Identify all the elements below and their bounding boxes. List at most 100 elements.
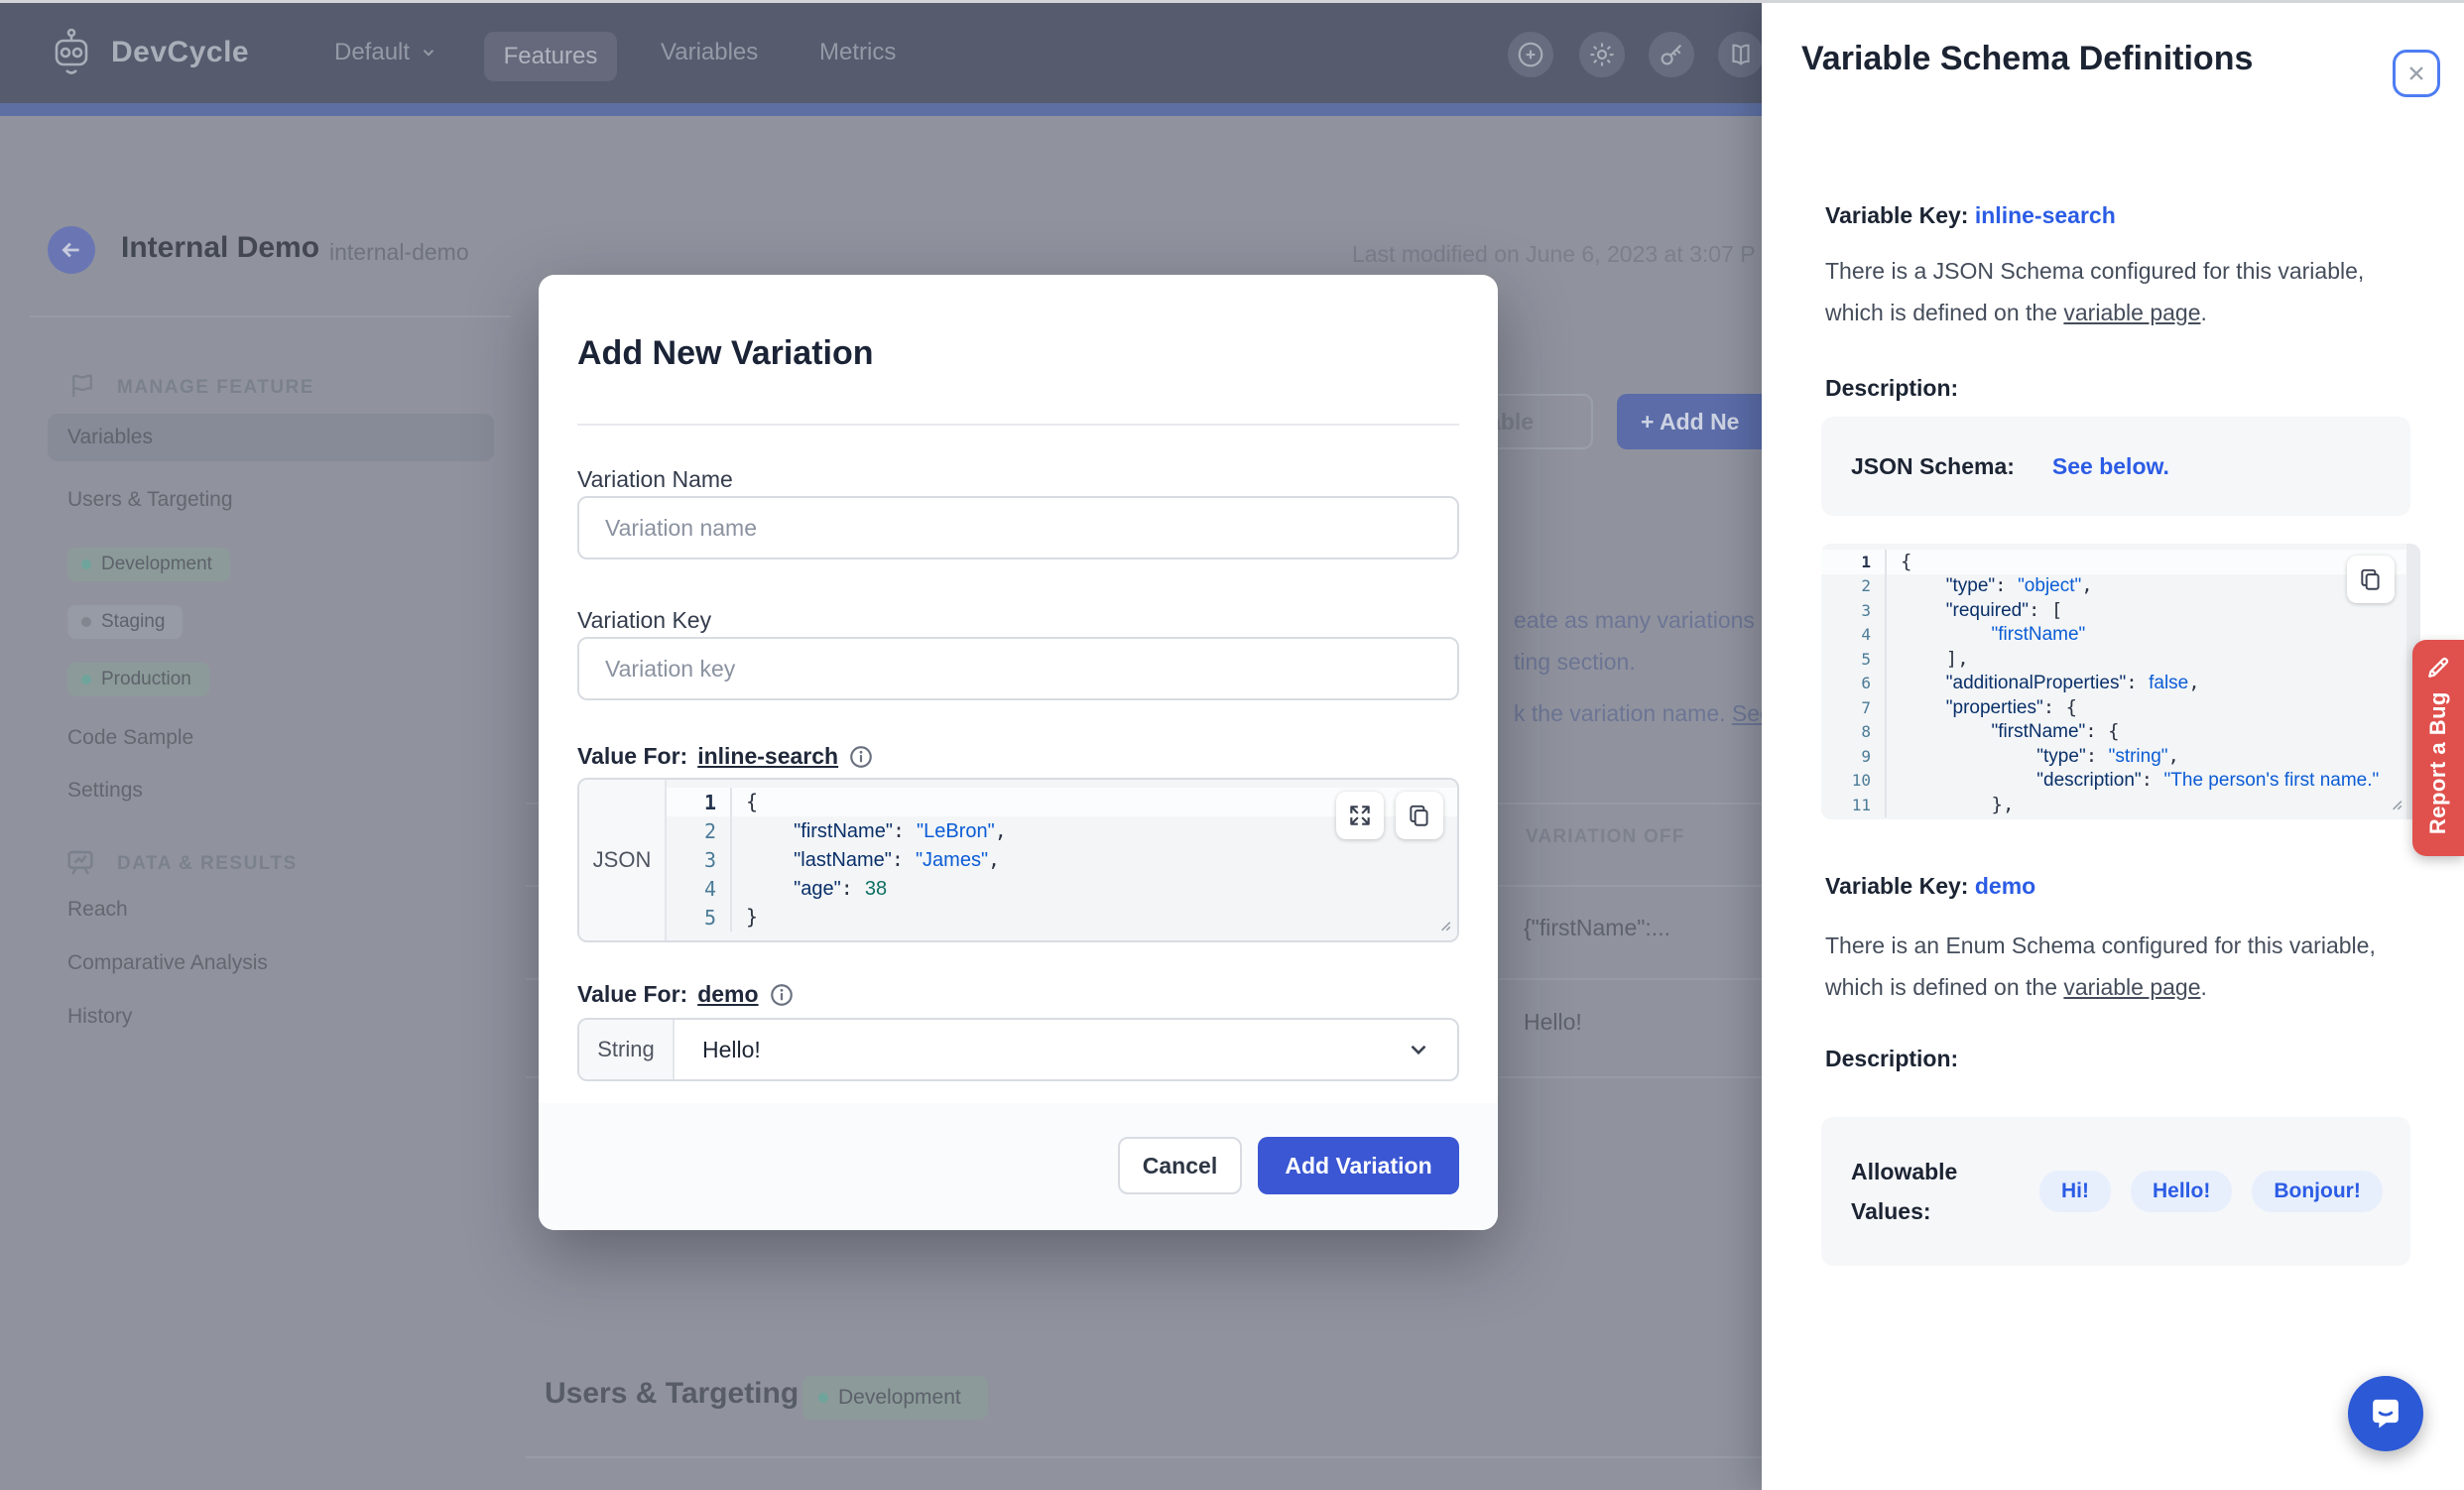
allowable-values-box: Allowable Values: Hi! Hello! Bonjour! — [1821, 1117, 2410, 1266]
sidebar-env-production[interactable]: Production — [67, 663, 209, 696]
code-line: 5} — [667, 903, 1457, 931]
code-line: 4 "firstName" — [1821, 623, 2420, 648]
json-schema-label: JSON Schema: — [1851, 453, 2015, 480]
api-keys-button[interactable] — [1649, 32, 1694, 77]
inline-search-link[interactable]: inline-search — [697, 743, 838, 770]
json-type-badge: JSON — [579, 780, 667, 940]
report-a-bug-tab[interactable]: Report a Bug — [2412, 640, 2464, 856]
copy-button[interactable] — [2347, 556, 2395, 603]
report-a-bug-label: Report a Bug — [2425, 691, 2451, 834]
sidebar-section-data-results: DATA & RESULTS — [117, 853, 298, 875]
close-button[interactable] — [2393, 50, 2440, 97]
description-label: Description: — [1825, 1046, 1958, 1072]
inline-search-link[interactable]: inline-search — [1975, 202, 2116, 228]
users-targeting-heading: Users & Targeting — [545, 1377, 799, 1411]
sidebar-item-settings[interactable]: Settings — [67, 779, 143, 803]
code-line: 2 "type": "object", — [1821, 574, 2420, 599]
project-selector[interactable]: Default — [334, 39, 437, 66]
chevron-down-icon — [1406, 1037, 1431, 1062]
expand-button[interactable] — [1336, 792, 1384, 839]
env-dot-icon — [818, 1393, 828, 1403]
json-schema-paragraph: There is a JSON Schema configured for th… — [1825, 250, 2381, 333]
variation-key-label: Variation Key — [577, 607, 711, 634]
expand-icon — [1347, 803, 1373, 828]
info-icon[interactable] — [848, 744, 874, 770]
value-for-inline-search-label: Value For: inline-search — [577, 743, 874, 770]
json-value-editor[interactable]: JSON 1{2 "firstName": "LeBron",3 "lastNa… — [577, 778, 1459, 942]
sidebar-item-reach[interactable]: Reach — [67, 898, 128, 922]
json-schema-box: JSON Schema: See below. — [1821, 417, 2410, 516]
demo-link[interactable]: demo — [1975, 873, 2035, 899]
enum-schema-paragraph: There is an Enum Schema configured for t… — [1825, 925, 2381, 1008]
create-button[interactable] — [1508, 32, 1553, 77]
add-variation-button[interactable]: Add Variation — [1258, 1137, 1459, 1194]
sidebar-item-code-sample[interactable]: Code Sample — [67, 726, 193, 750]
column-header-variation-off: VARIATION OFF — [1526, 826, 1685, 848]
resize-handle-icon[interactable] — [1437, 918, 1451, 936]
selected-value: Hello! — [675, 1037, 1406, 1063]
section-divider — [526, 1456, 1762, 1458]
copy-button[interactable] — [1396, 792, 1443, 839]
docs-button[interactable] — [1718, 32, 1764, 77]
code-line: 6 "additionalProperties": false, — [1821, 672, 2420, 696]
chat-widget-button[interactable] — [2348, 1376, 2423, 1451]
allowable-values-label: Allowable Values: — [1851, 1152, 2010, 1231]
variable-page-link[interactable]: variable page — [2063, 974, 2200, 1000]
nav-tab-features[interactable]: Features — [484, 32, 617, 81]
code-line: 3 "lastName": "James", — [667, 845, 1457, 874]
variable-key-demo: Variable Key: demo — [1825, 873, 2035, 900]
sidebar-item-comparative-analysis[interactable]: Comparative Analysis — [67, 951, 268, 975]
variable-page-link[interactable]: variable page — [2063, 300, 2200, 325]
flag-icon — [67, 371, 97, 406]
settings-button[interactable] — [1579, 32, 1625, 77]
code-line: 7 "properties": { — [1821, 695, 2420, 720]
description-label: Description: — [1825, 375, 1958, 402]
see-below-link[interactable]: See below. — [2052, 453, 2169, 480]
brand-name: DevCycle — [111, 36, 249, 69]
info-icon[interactable] — [769, 982, 795, 1008]
string-value-select[interactable]: String Hello! — [577, 1018, 1459, 1081]
key-icon — [1657, 40, 1686, 69]
variable-schema-panel: Variable Schema Definitions Variable Key… — [1762, 0, 2464, 1490]
window-top-strip — [0, 0, 2464, 3]
sidebar-item-users-targeting[interactable]: Users & Targeting — [67, 488, 233, 512]
demo-link[interactable]: demo — [697, 981, 758, 1008]
feature-key: internal-demo — [329, 239, 469, 266]
variation-name-input[interactable] — [577, 496, 1459, 559]
env-dot-icon — [81, 675, 91, 684]
code-line: 4 "age": 38 — [667, 874, 1457, 903]
copy-icon — [1407, 803, 1432, 828]
nav-tab-metrics[interactable]: Metrics — [819, 39, 896, 66]
sidebar-item-variables[interactable]: Variables — [48, 414, 494, 461]
sidebar-env-staging[interactable]: Staging — [67, 605, 183, 639]
code-line: 1{ — [1821, 550, 2420, 574]
value-for-demo-label: Value For: demo — [577, 981, 795, 1008]
pencil-icon — [2424, 654, 2452, 682]
book-icon — [1726, 40, 1756, 69]
variable-key-inline-search: Variable Key: inline-search — [1825, 202, 2116, 229]
code-line: 9 "type": "string", — [1821, 744, 2420, 769]
variation-key-input[interactable] — [577, 637, 1459, 700]
sidebar-item-history[interactable]: History — [67, 1005, 132, 1029]
variation-name-label: Variation Name — [577, 466, 733, 493]
schema-code-block[interactable]: 1{2 "type": "object",3 "required": [4 "f… — [1821, 544, 2420, 819]
sidebar-divider — [30, 315, 511, 317]
table-cell-string-value: Hello! — [1524, 1009, 1582, 1036]
variations-blurb-line2: ting section. — [1514, 649, 1636, 676]
cancel-button[interactable]: Cancel — [1118, 1137, 1242, 1194]
table-cell-json-value: {"firstName":... — [1524, 915, 1670, 941]
sidebar-env-development[interactable]: Development — [67, 548, 230, 581]
allowable-values-list: Hi! Hello! Bonjour! — [2039, 1171, 2383, 1212]
modal-title: Add New Variation — [577, 334, 874, 373]
variations-blurb-line1: eate as many variations ar — [1514, 607, 1782, 634]
add-new-variation-modal: Add New Variation Variation Name Variati… — [539, 275, 1498, 1230]
close-icon — [2403, 61, 2429, 86]
last-modified: Last modified on June 6, 2023 at 3:07 P — [1352, 241, 1756, 268]
chart-board-icon — [63, 845, 97, 884]
back-button[interactable] — [48, 226, 95, 274]
allowable-value-pill: Bonjour! — [2252, 1171, 2382, 1212]
variations-blurb-line3: k the variation name. See C — [1514, 700, 1795, 727]
code-line: 10 "description": "The person's first na… — [1821, 769, 2420, 794]
chat-bubble-icon — [2366, 1394, 2405, 1433]
nav-tab-variables[interactable]: Variables — [661, 39, 758, 66]
